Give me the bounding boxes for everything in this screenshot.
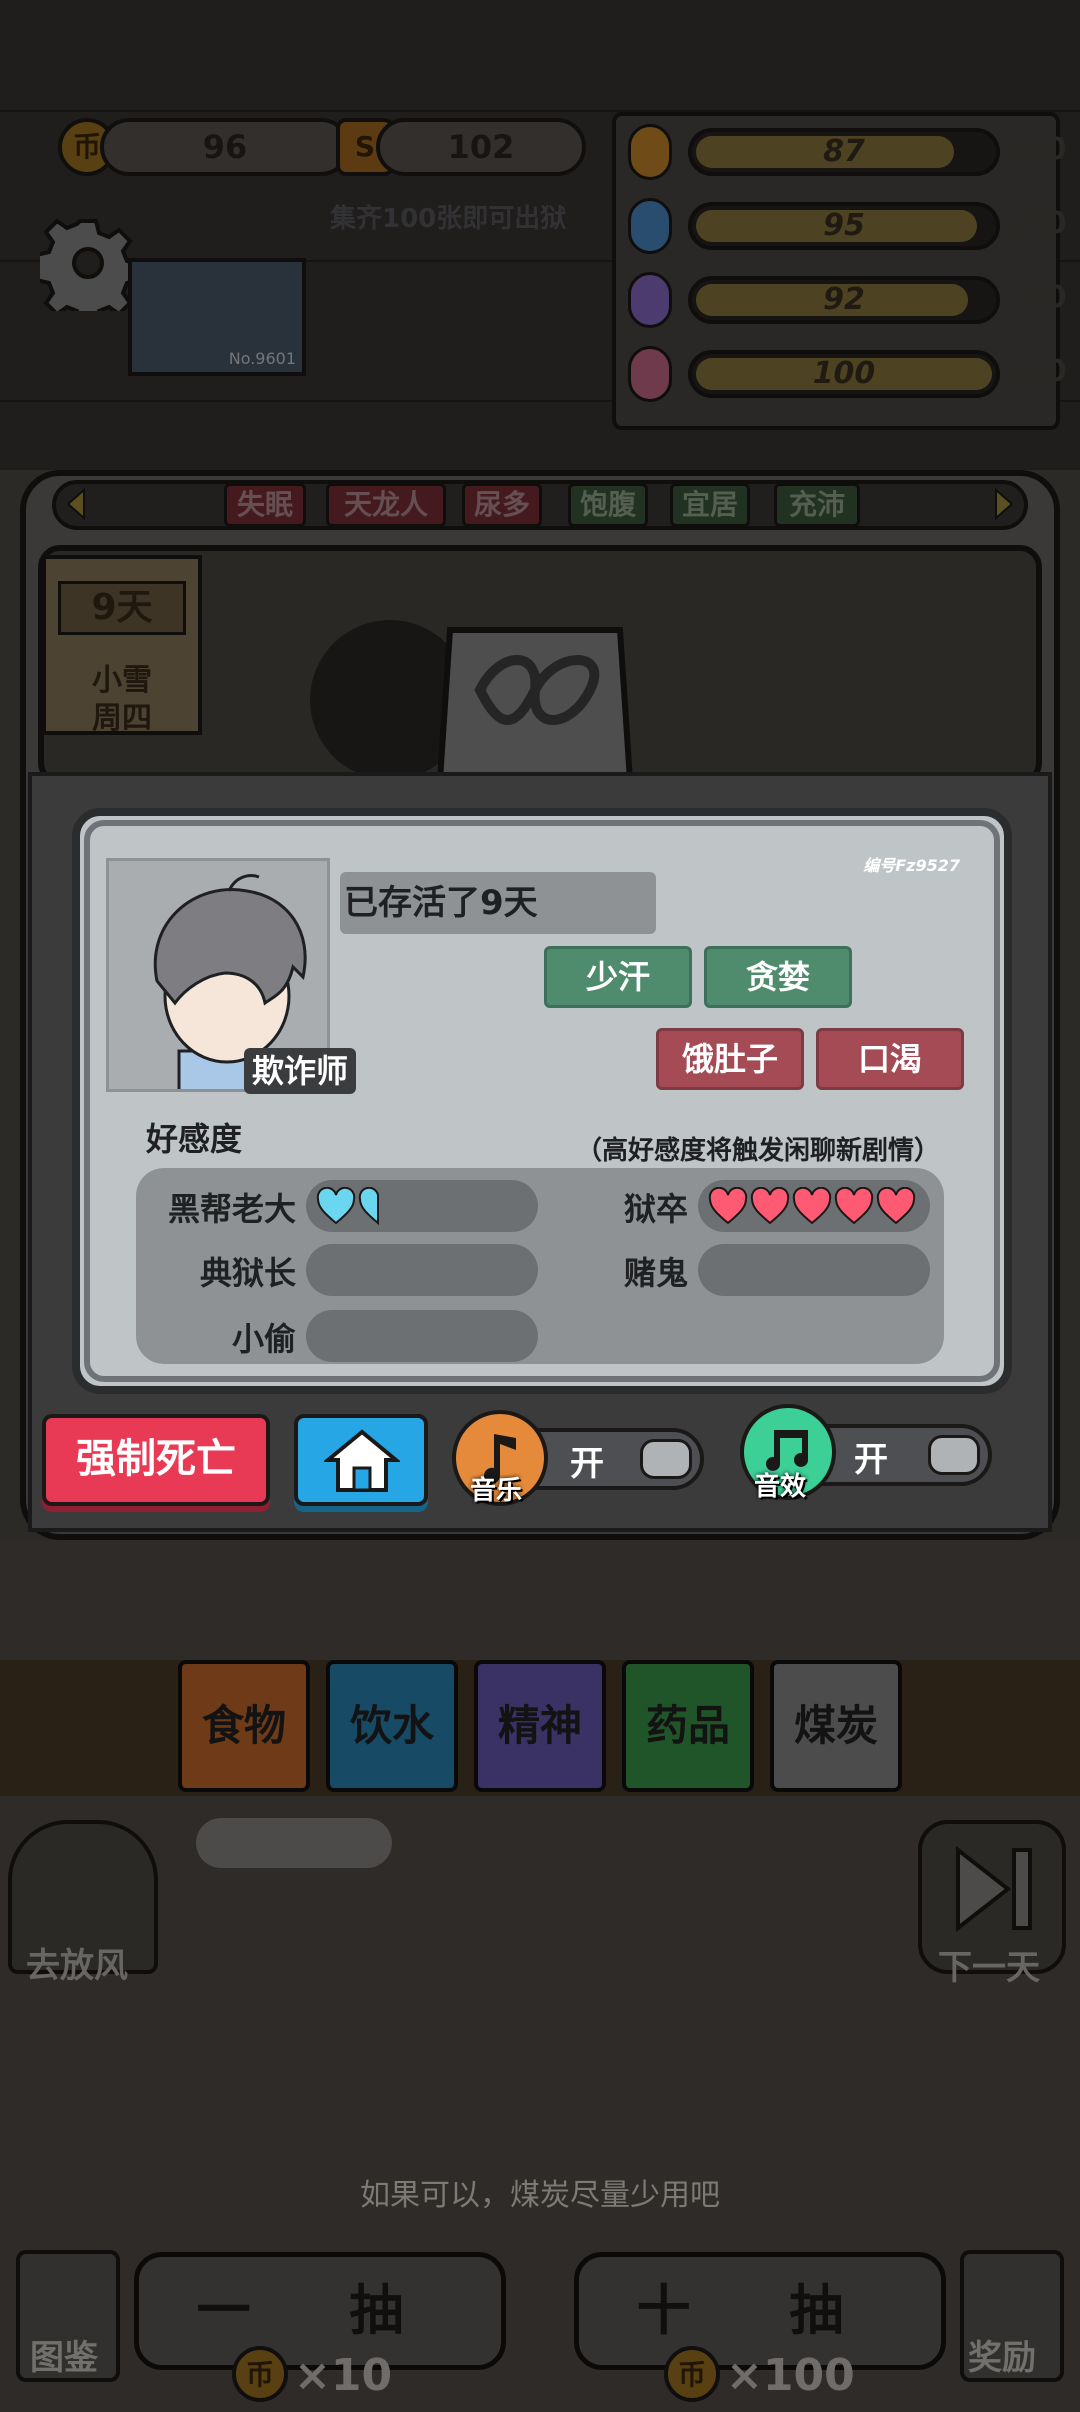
tag-6[interactable]: 充沛 (774, 483, 860, 527)
energy-icon (628, 124, 672, 180)
stat-bar-3: 92 (688, 276, 1000, 324)
music-toggle-knob[interactable] (640, 1439, 692, 1479)
status-badge-1: 饿肚子 (656, 1028, 804, 1090)
affinity-title: 好感度 (146, 1120, 243, 1158)
character-role-badge: 欺诈师 (244, 1048, 357, 1094)
coin-icon-draw-one: 币 (232, 2346, 288, 2402)
stat-value-4: 100 (812, 356, 876, 391)
affinity-name-5: 小偷 (231, 1320, 296, 1358)
tag-4[interactable]: 饱腹 (568, 483, 648, 527)
reward-label[interactable]: 奖励 (968, 2330, 1036, 2379)
home-button[interactable] (294, 1414, 428, 1506)
category-1[interactable]: 食物 (178, 1660, 310, 1792)
draw-ten-cost: ×100 (726, 2350, 855, 2401)
stat-max-3: 100 (1004, 280, 1067, 315)
tag-2[interactable]: 天龙人 (326, 483, 446, 527)
gear-icon[interactable] (40, 215, 136, 311)
water-drop-icon (628, 198, 672, 254)
category-2[interactable]: 饮水 (326, 1660, 458, 1792)
affinity-name-3: 典狱长 (199, 1254, 296, 1292)
ticket-count: 102 (447, 128, 515, 166)
heart-icon (834, 1187, 874, 1225)
affinity-name-1: 黑帮老大 (167, 1190, 296, 1228)
heart-icon (876, 1187, 916, 1225)
collect-hint: 集齐100张即可出狱 (330, 204, 567, 234)
prisoner-number: No.9601 (228, 349, 296, 368)
home-icon (324, 1429, 400, 1492)
go-outside-label[interactable]: 去放风 (26, 1938, 128, 1987)
stat-max-1: 100 (1004, 132, 1067, 167)
tip-text: 如果可以，煤炭尽量少用吧 (360, 2178, 720, 2213)
stat-value-3: 92 (823, 282, 865, 317)
card-serial: 编号Fz9527 (863, 856, 960, 875)
infinity-emblem-icon (310, 620, 634, 780)
tag-3[interactable]: 尿多 (462, 483, 542, 527)
ticket-counter: 102 (376, 118, 586, 176)
trait-badge-1: 少汗 (544, 946, 692, 1008)
music-state: 开 (570, 1444, 604, 1484)
stat-bar-1: 87 (688, 128, 1000, 176)
category-4[interactable]: 药品 (622, 1660, 754, 1792)
prisoner-photo: No.9601 (128, 258, 306, 376)
thought-bubble (196, 1818, 392, 1868)
affinity-bar-4 (698, 1244, 930, 1296)
handbook-label[interactable]: 图鉴 (30, 2330, 98, 2379)
heart-icon (792, 1187, 832, 1225)
stat-max-2: 100 (1004, 206, 1067, 241)
thermometer-icon (628, 346, 672, 402)
tag-5[interactable]: 宜居 (670, 483, 750, 527)
affinity-bar-5 (306, 1310, 538, 1362)
affinity-bar-3 (306, 1244, 538, 1296)
affinity-name-4: 赌鬼 (623, 1254, 688, 1292)
stat-bar-2: 95 (688, 202, 1000, 250)
arrow-left-icon[interactable] (64, 488, 88, 520)
calendar: 9天 小雪 周四 (42, 555, 202, 736)
music-label: 音乐 (470, 1476, 523, 1506)
affinity-hint: （高好感度将触发闲聊新剧情） (575, 1136, 940, 1166)
calendar-weekday: 周四 (92, 701, 152, 736)
heart-icon (358, 1187, 379, 1225)
stat-value-2: 95 (823, 208, 865, 243)
sfx-label: 音效 (754, 1472, 807, 1502)
stat-bar-4: 100 (688, 350, 1000, 398)
survived-days: 已存活了9天 (340, 872, 656, 934)
category-3[interactable]: 精神 (474, 1660, 606, 1792)
category-5[interactable]: 煤炭 (770, 1660, 902, 1792)
coin-count: 96 (202, 128, 248, 166)
heart-icon (708, 1187, 748, 1225)
draw-one-cost: ×10 (294, 2350, 393, 2401)
stat-value-1: 87 (823, 134, 865, 169)
trait-badge-2: 贪婪 (704, 946, 852, 1008)
stat-max-4: 100 (1004, 354, 1067, 389)
calendar-days: 9天 (58, 581, 186, 635)
sfx-toggle-knob[interactable] (928, 1435, 980, 1475)
heart-icon (316, 1187, 356, 1225)
coin-counter: 96 (100, 118, 350, 176)
force-death-button[interactable]: 强制死亡 (42, 1414, 270, 1506)
tag-1[interactable]: 失眠 (224, 483, 306, 527)
coin-icon-draw-ten: 币 (664, 2346, 720, 2402)
sfx-state: 开 (854, 1440, 888, 1480)
status-badge-2: 口渴 (816, 1028, 964, 1090)
heart-icon (750, 1187, 790, 1225)
arrow-right-icon[interactable] (992, 488, 1016, 520)
affinity-name-2: 狱卒 (623, 1190, 688, 1228)
next-day-label[interactable]: 下一天 (938, 1940, 1040, 1989)
brain-icon (628, 272, 672, 328)
